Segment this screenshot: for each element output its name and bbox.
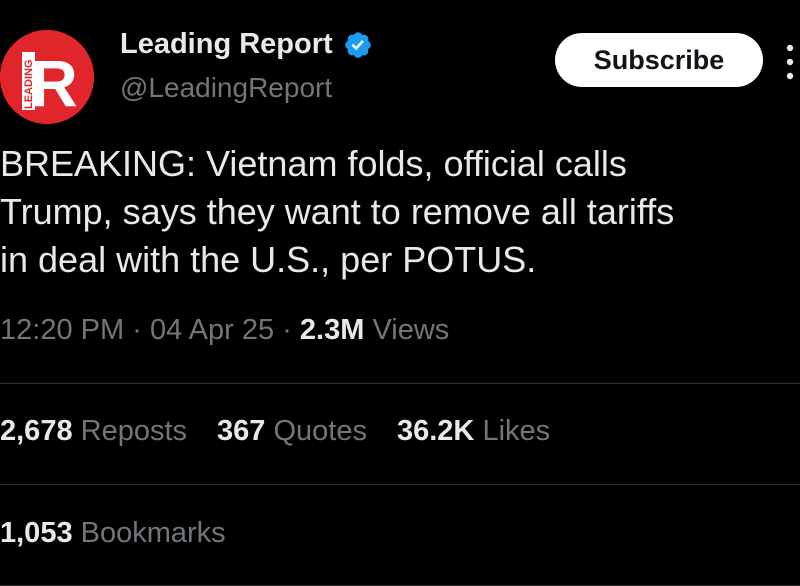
subscribe-button[interactable]: Subscribe — [555, 33, 763, 87]
divider — [0, 484, 800, 485]
author-display-name[interactable]: Leading Report — [120, 28, 333, 61]
bookmarks-stat[interactable]: 1,053 Bookmarks — [0, 517, 226, 550]
bookmarks-count: 1,053 — [0, 517, 73, 549]
author-name-row[interactable]: Leading Report — [120, 28, 373, 61]
quotes-count: 367 — [217, 415, 266, 447]
engagement-stats: 2,678 Reposts 367 Quotes 36.2K Likes — [0, 415, 550, 448]
likes-stat[interactable]: 36.2K Likes — [397, 415, 550, 448]
quotes-label: Quotes — [273, 415, 367, 447]
reposts-label: Reposts — [80, 415, 188, 447]
tweet-date[interactable]: 04 Apr 25 — [150, 314, 274, 346]
svg-text:R: R — [30, 46, 78, 120]
reposts-stat[interactable]: 2,678 Reposts — [0, 415, 187, 448]
leading-report-logo: R LEADING LEADING — [0, 30, 94, 124]
tweet-time[interactable]: 12:20 PM — [0, 314, 124, 346]
reposts-count: 2,678 — [0, 415, 73, 447]
avatar[interactable]: R LEADING LEADING — [0, 30, 94, 124]
tweet-meta: 12:20 PM · 04 Apr 25 · 2.3M Views — [0, 314, 449, 347]
views-label: Views — [372, 314, 450, 346]
divider — [0, 383, 800, 384]
tweet-text: BREAKING: Vietnam folds, official calls … — [0, 143, 675, 280]
more-vertical-icon[interactable] — [780, 38, 800, 86]
likes-label: Likes — [482, 415, 551, 447]
likes-count: 36.2K — [396, 415, 475, 447]
svg-text:LEADING: LEADING — [23, 60, 35, 110]
meta-separator: · — [282, 314, 292, 346]
verified-badge-icon — [343, 30, 373, 60]
views-count: 2.3M — [299, 314, 365, 346]
author-handle[interactable]: @LeadingReport — [120, 72, 332, 104]
meta-separator: · — [132, 314, 142, 346]
bookmarks-label: Bookmarks — [80, 517, 226, 549]
quotes-stat[interactable]: 367 Quotes — [217, 415, 367, 448]
